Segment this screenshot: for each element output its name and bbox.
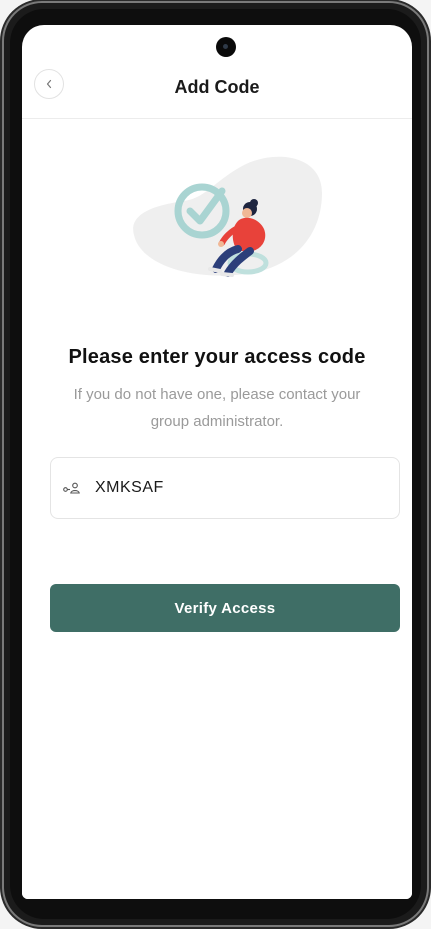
app-header: Add Code: [22, 25, 412, 119]
page-title: Add Code: [174, 77, 260, 97]
app-screen: Add Code Please enter your access code I…: [22, 25, 412, 899]
key-person-icon: [63, 481, 81, 495]
access-code-field[interactable]: [50, 457, 400, 519]
access-code-subtext: If you do not have one, please contact y…: [73, 386, 361, 430]
verify-access-button[interactable]: Verify Access: [50, 584, 400, 632]
screen-bottom-edge: [22, 893, 412, 899]
phone-frame: Add Code Please enter your access code I…: [4, 3, 427, 925]
access-code-illustration: [133, 156, 322, 277]
access-code-input[interactable]: [95, 479, 355, 497]
access-code-heading: Please enter your access code: [68, 346, 366, 368]
